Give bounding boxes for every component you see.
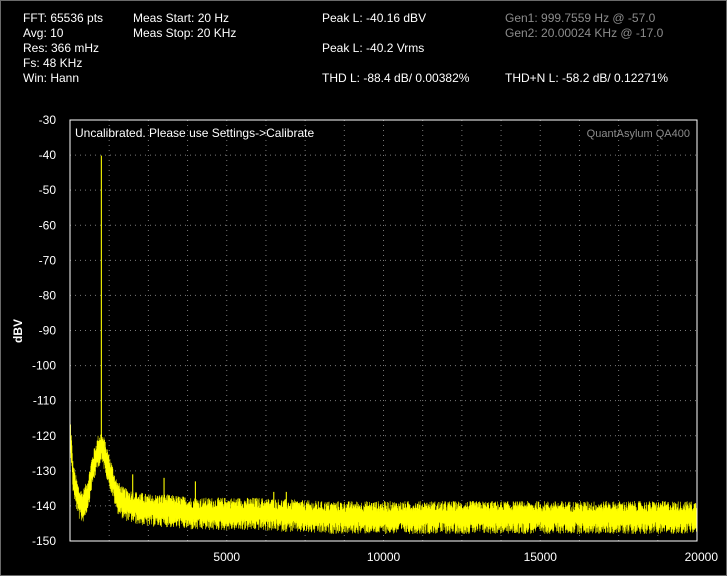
x-tick-label: 15000 <box>524 550 558 564</box>
y-axis: -30 -40 -50 -60 -70 -80 -90 -100 -110 -120 -130 -14… <box>32 113 56 548</box>
y-tick-label: -100 <box>32 359 56 373</box>
y-tick-label: -140 <box>32 499 56 513</box>
y-tick-label: -50 <box>39 183 57 197</box>
y-tick-label: -30 <box>39 113 57 127</box>
y-tick-label: -150 <box>32 534 56 548</box>
y-tick-label: -120 <box>32 429 56 443</box>
y-tick-label: -110 <box>33 394 56 408</box>
y-tick-label: -90 <box>39 324 57 338</box>
y-tick-label: -70 <box>39 253 57 267</box>
spectrum-trace <box>70 155 697 534</box>
calibration-warning: Uncalibrated. Please use Settings->Calib… <box>75 126 314 140</box>
x-tick-label: 20000 <box>685 550 719 564</box>
brand-label: QuantAsylum QA400 <box>587 128 690 140</box>
x-tick-label: 10000 <box>367 550 401 564</box>
x-tick-label: 5000 <box>213 550 240 564</box>
spectrum-chart: -30 -40 -50 -60 -70 -80 -90 -100 -110 -120 -130 -14… <box>11 113 718 564</box>
y-axis-label: dBV <box>11 319 25 343</box>
y-tick-label: -80 <box>39 288 57 302</box>
x-axis: 5000 10000 15000 20000 <box>213 550 718 564</box>
y-tick-label: -40 <box>39 148 57 162</box>
y-tick-label: -130 <box>32 464 56 478</box>
y-tick-label: -60 <box>39 218 57 232</box>
